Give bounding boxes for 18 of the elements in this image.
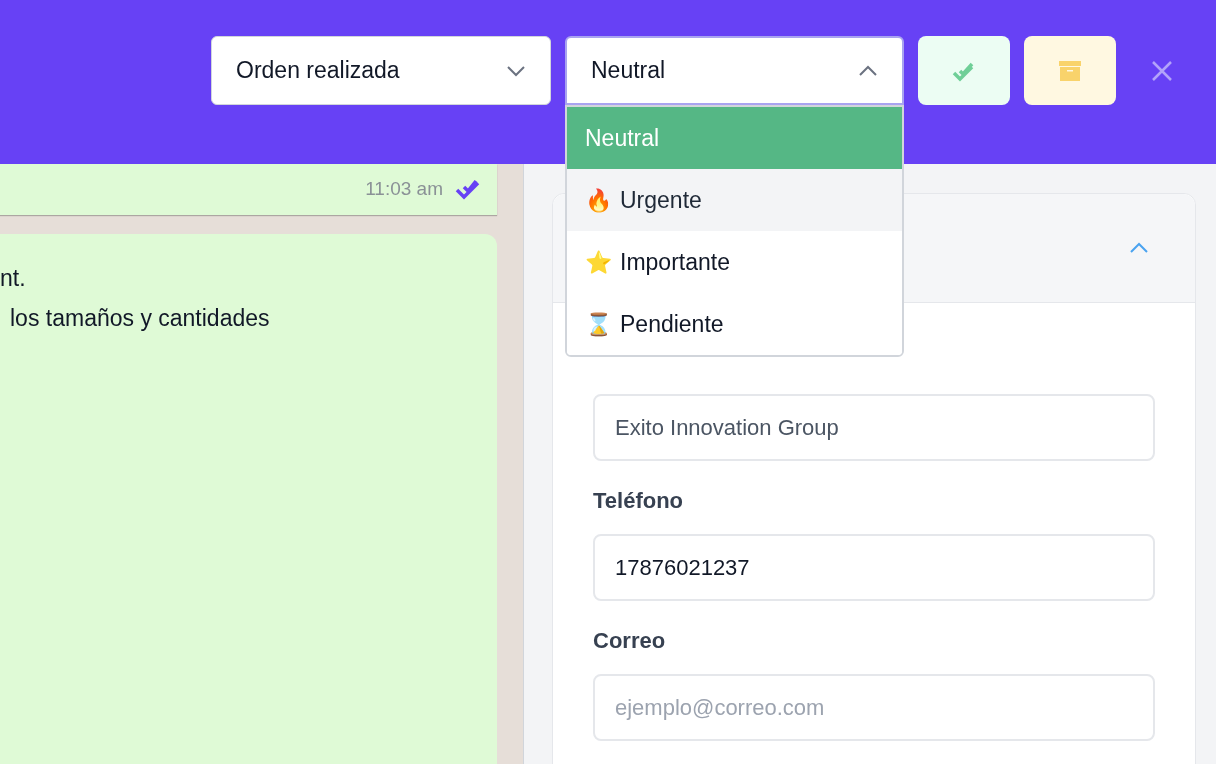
- complete-button[interactable]: [918, 36, 1010, 105]
- message-text: los tamaños y cantidades: [9, 304, 271, 333]
- dropdown-select[interactable]: Orden realizada: [211, 36, 551, 105]
- input-field[interactable]: Exito Innovation Group: [593, 394, 1155, 461]
- archive-button[interactable]: [1024, 36, 1116, 105]
- field-label: Correo: [593, 628, 667, 654]
- chevron-up-icon: [858, 64, 878, 77]
- close-icon: [1151, 59, 1173, 82]
- chevron-up-icon: [1129, 242, 1149, 254]
- chevron-down-icon: [506, 64, 526, 77]
- field-label: Teléfono: [593, 488, 685, 514]
- message-text: nt.: [0, 264, 27, 293]
- archive-icon: [1058, 58, 1082, 83]
- dropdown-option[interactable]: 🔥 Urgente: [567, 169, 902, 231]
- dropdown-select[interactable]: Neutral: [565, 36, 904, 105]
- input-field[interactable]: ejemplo@correo.com: [593, 674, 1155, 741]
- input-field[interactable]: 17876021237: [593, 534, 1155, 601]
- message-time: 11:03 am: [365, 177, 443, 202]
